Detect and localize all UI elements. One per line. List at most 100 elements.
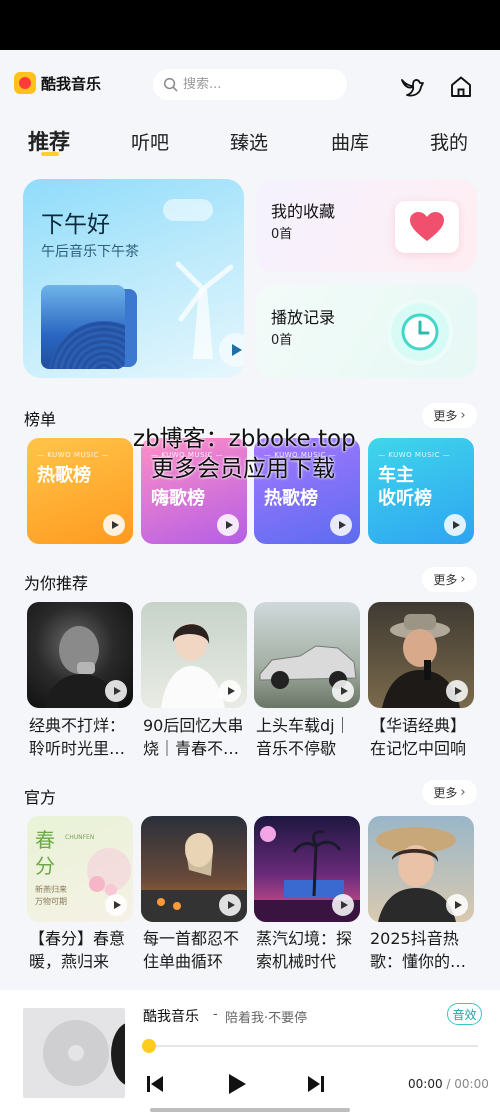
vinyl-edge — [111, 1022, 125, 1086]
heart-icon — [395, 201, 459, 253]
playlist-cover[interactable] — [254, 602, 360, 708]
play-button[interactable] — [222, 1070, 250, 1098]
play-icon[interactable] — [217, 514, 239, 536]
cover-text: CHUNFEN — [65, 834, 95, 841]
charts-section-title: 榜单 — [24, 410, 57, 429]
more-label: 更多 — [433, 409, 458, 423]
progress-track[interactable] — [150, 1045, 478, 1047]
now-playing-subtitle: 陪着我·不要停 — [225, 1011, 308, 1026]
recommend-section-title: 为你推荐 — [24, 574, 89, 593]
official-section-title: 官方 — [24, 788, 57, 807]
playlist-caption[interactable]: 2025抖音热歌：懂你的旋律 — [370, 927, 476, 973]
chart-card-driver[interactable]: — KUWO MUSIC — 车主 收听榜 — [368, 438, 474, 544]
search-box[interactable] — [153, 69, 347, 100]
cloud-decoration — [163, 199, 213, 221]
total-time: 00:00 — [454, 1077, 489, 1091]
hero-play-button[interactable] — [219, 333, 244, 367]
play-icon — [229, 1074, 246, 1094]
next-button[interactable] — [302, 1070, 330, 1098]
logo-icon — [14, 72, 36, 94]
play-icon[interactable] — [105, 680, 127, 702]
history-title: 播放记录 — [271, 308, 336, 327]
tab-select[interactable]: 臻选 — [230, 128, 268, 155]
home-indicator[interactable] — [150, 1108, 350, 1112]
watermark-line: zb博客：zbboke.top — [133, 426, 356, 452]
my-favorites-card[interactable]: 我的收藏 0首 — [256, 179, 477, 272]
time-separator: / — [442, 1077, 455, 1091]
chart-brand: — KUWO MUSIC — — [378, 451, 451, 459]
play-icon[interactable] — [444, 514, 466, 536]
previous-button[interactable] — [141, 1070, 169, 1098]
recommend-more-button[interactable]: 更多 › — [422, 567, 477, 592]
play-icon[interactable] — [103, 514, 125, 536]
top-tabs: 推荐 听吧 臻选 曲库 我的 — [0, 124, 500, 164]
chart-card-hot[interactable]: — KUWO MUSIC — 热歌榜 — [27, 438, 133, 544]
tab-indicator — [41, 152, 59, 156]
current-time: 00:00 — [408, 1077, 443, 1091]
play-icon[interactable] — [219, 680, 241, 702]
playlist-cover[interactable] — [141, 816, 247, 922]
playlist-caption[interactable]: 每一首都忍不住单曲循环 — [143, 927, 249, 973]
playlist-caption[interactable]: 【华语经典】在记忆中回响 — [370, 714, 476, 760]
play-icon[interactable] — [332, 680, 354, 702]
home-icon[interactable] — [448, 74, 474, 100]
play-icon[interactable] — [446, 680, 468, 702]
playlist-caption[interactable]: 90后回忆大串烧｜青春不散场 — [143, 714, 249, 760]
more-label: 更多 — [433, 573, 458, 587]
cover-text: 新燕归来 — [35, 885, 67, 894]
tab-mine[interactable]: 我的 — [430, 128, 468, 155]
search-icon — [163, 77, 178, 92]
sound-effect-button[interactable]: 音效 — [447, 1003, 482, 1025]
playlist-caption[interactable]: 上头车载dj｜音乐不停歇 — [256, 714, 362, 760]
chevron-right-icon: › — [460, 408, 466, 423]
daily-playlist-card[interactable]: 下午好 午后音乐下午茶 — [23, 179, 244, 378]
now-playing-title: 酷我音乐 — [143, 1009, 199, 1025]
watermark-text: zb博客：zbboke.top 更多会员应用下载 — [133, 424, 356, 484]
chevron-right-icon: › — [460, 572, 466, 587]
playlist-caption[interactable]: 【春分】春意暖，燕归来 — [29, 927, 135, 973]
play-icon — [232, 344, 242, 356]
playlist-cover[interactable]: 春 分 CHUNFEN 新燕归来 万物可期 — [27, 816, 133, 922]
progress-thumb[interactable] — [142, 1039, 156, 1053]
cover-text: 万物可期 — [35, 897, 67, 906]
playlist-cover[interactable] — [368, 602, 474, 708]
play-history-card[interactable]: 播放记录 0首 — [256, 285, 477, 378]
favorites-title: 我的收藏 — [271, 202, 336, 221]
playlist-caption[interactable]: 经典不打烊：聆听时光里的旋律 — [29, 714, 135, 760]
playlist-cover[interactable] — [368, 816, 474, 922]
playlist-cover[interactable] — [27, 602, 133, 708]
tab-library[interactable]: 曲库 — [331, 128, 369, 155]
favorites-count: 0首 — [271, 227, 293, 242]
tab-listen[interactable]: 听吧 — [131, 128, 169, 155]
bird-icon[interactable] — [399, 74, 425, 100]
chart-brand: — KUWO MUSIC — — [37, 451, 110, 459]
watermark-line: 更多会员应用下载 — [151, 456, 335, 482]
play-icon[interactable] — [332, 894, 354, 916]
previous-icon — [147, 1076, 163, 1092]
clock-icon — [391, 303, 449, 361]
playlist-caption[interactable]: 蒸汽幻境：探索机械时代 — [256, 927, 362, 973]
app-name: 酷我音乐 — [41, 74, 102, 93]
cover-text: 春 — [35, 828, 55, 852]
cover-text: 分 — [35, 854, 55, 878]
hero-subtitle: 午后音乐下午茶 — [41, 244, 139, 260]
play-icon[interactable] — [330, 514, 352, 536]
play-icon[interactable] — [105, 894, 127, 916]
now-playing-cover[interactable] — [23, 1008, 125, 1098]
play-icon[interactable] — [446, 894, 468, 916]
history-count: 0首 — [271, 333, 293, 348]
search-input[interactable] — [183, 77, 333, 92]
disc-icon — [43, 1020, 109, 1086]
playlist-cover[interactable] — [254, 816, 360, 922]
app-logo[interactable]: 酷我音乐 — [14, 72, 101, 94]
play-icon[interactable] — [219, 894, 241, 916]
charts-more-button[interactable]: 更多 › — [422, 403, 477, 428]
mini-player: 酷我音乐 - 陪着我·不要停 音效 00:00 / 00:00 — [0, 990, 500, 1115]
hero-greeting: 下午好 — [41, 212, 110, 238]
playlist-cover[interactable] — [141, 602, 247, 708]
album-cover — [41, 285, 125, 369]
official-more-button[interactable]: 更多 › — [422, 780, 477, 805]
chart-name: 热歌榜 — [37, 465, 91, 486]
status-bar — [0, 0, 500, 50]
more-label: 更多 — [433, 786, 458, 800]
